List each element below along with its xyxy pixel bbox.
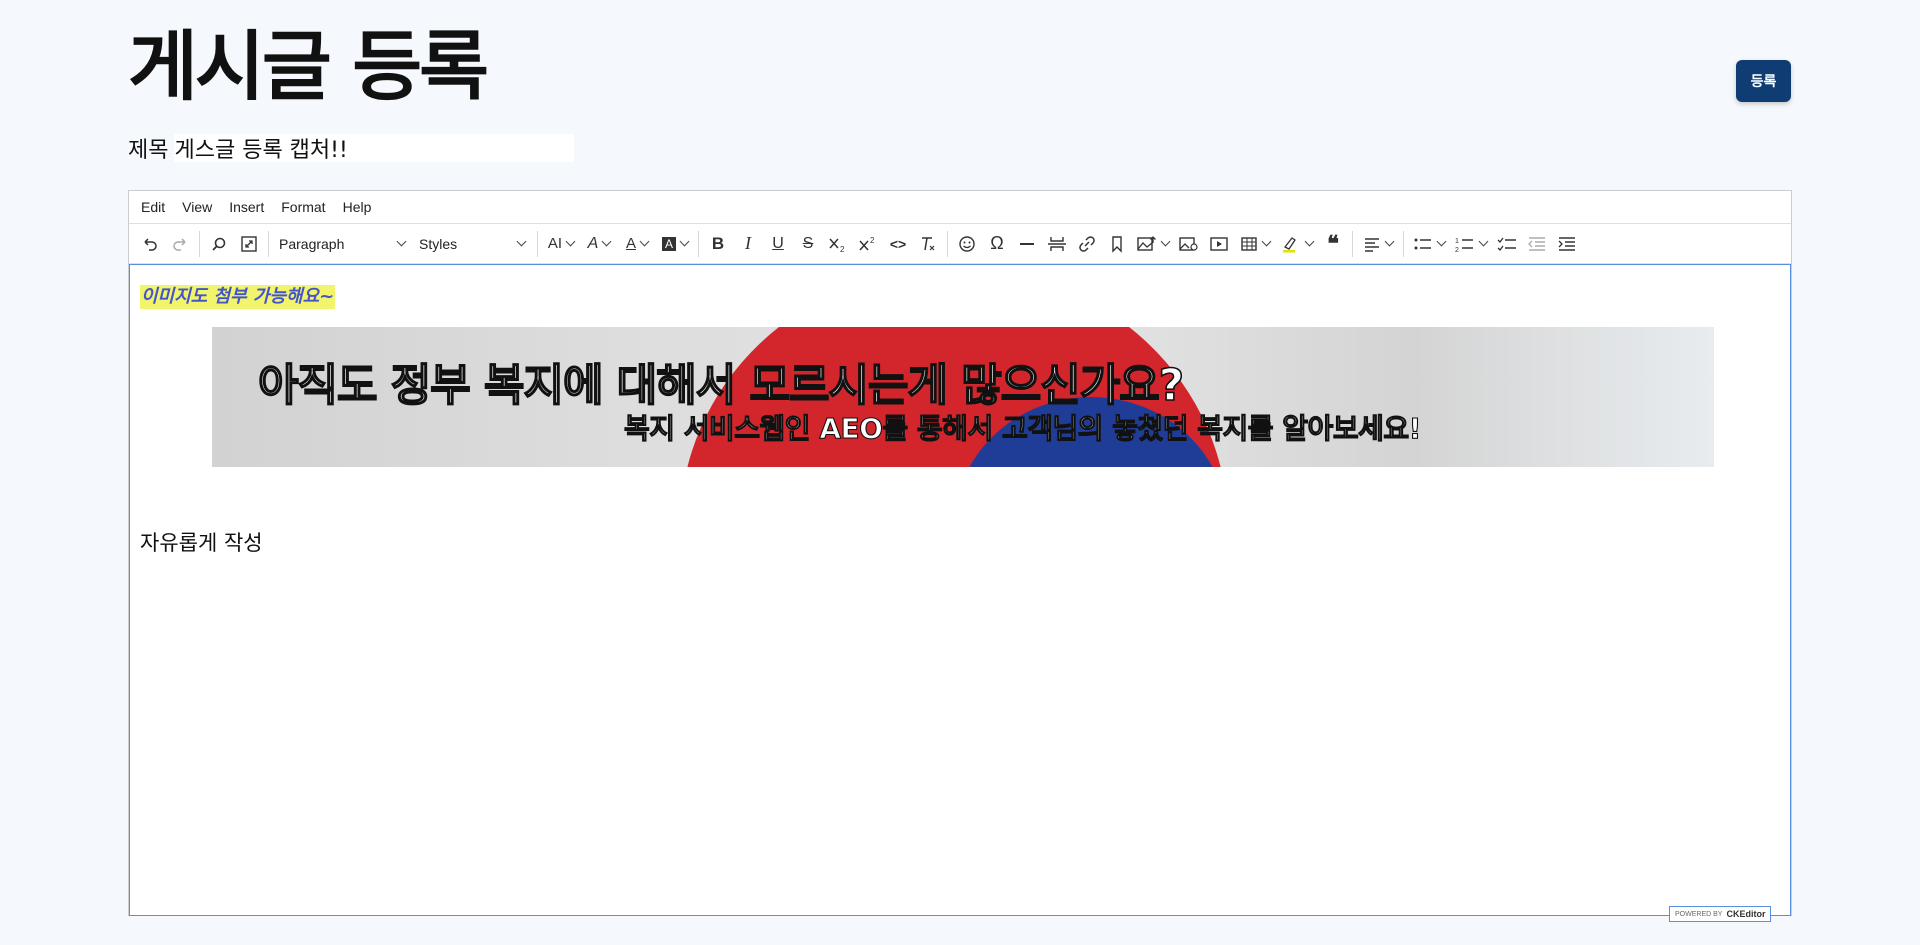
fullscreen-icon[interactable] — [234, 229, 264, 259]
highlight-icon[interactable] — [1276, 229, 1318, 259]
bulleted-list-icon[interactable] — [1408, 229, 1450, 259]
rich-text-editor: Edit View Insert Format Help Paragraph S… — [128, 190, 1792, 922]
menu-help[interactable]: Help — [343, 199, 372, 215]
toolbar-separator — [199, 230, 200, 257]
image-edit-icon[interactable] — [1174, 229, 1204, 259]
svg-text:2: 2 — [1455, 247, 1459, 253]
submit-button[interactable]: 등록 — [1736, 60, 1791, 102]
font-color-icon[interactable]: A — [618, 229, 656, 259]
svg-text:1: 1 — [1455, 238, 1459, 245]
body-paragraph: 자유롭게 작성 — [140, 531, 263, 555]
title-row: 제목 — [128, 132, 575, 164]
styles-select[interactable]: Styles — [413, 229, 533, 259]
subscript-icon[interactable]: 2 — [823, 229, 853, 259]
editor-menubar: Edit View Insert Format Help — [129, 191, 1791, 224]
font-background-color-icon[interactable]: A — [656, 229, 694, 259]
editor-toolbar: Paragraph Styles AI A A A B I U S 2 2 <>… — [129, 224, 1791, 264]
insert-image-icon[interactable] — [1132, 229, 1174, 259]
todo-list-icon[interactable] — [1492, 229, 1522, 259]
page-break-icon[interactable] — [1042, 229, 1072, 259]
horizontal-line-icon[interactable] — [1012, 229, 1042, 259]
heading-select[interactable]: Paragraph — [273, 229, 413, 259]
banner-subheadline: 복지 서비스웹인 AEO를 통해서 고객님의 놓쳤던 복지를 알아보세요! — [623, 411, 1421, 445]
numbered-list-icon[interactable]: 12 — [1450, 229, 1492, 259]
toolbar-separator — [1403, 230, 1404, 257]
menu-view[interactable]: View — [182, 199, 212, 215]
toolbar-separator — [268, 230, 269, 257]
strikethrough-icon[interactable]: S — [793, 229, 823, 259]
powered-by-badge[interactable]: POWERED BY CKEditor — [1669, 906, 1772, 922]
bold-icon[interactable]: B — [703, 229, 733, 259]
table-icon[interactable] — [1234, 229, 1276, 259]
outdent-icon[interactable] — [1522, 229, 1552, 259]
toolbar-separator — [698, 230, 699, 257]
menu-edit[interactable]: Edit — [141, 199, 165, 215]
align-left-icon[interactable] — [1357, 229, 1399, 259]
undo-icon[interactable] — [135, 229, 165, 259]
code-icon[interactable]: <> — [883, 229, 913, 259]
editor-content-area[interactable]: 이미지도 첨부 가능해요~ 아직도 정부 복지에 대해서 모르시는게 많으신가요… — [129, 264, 1791, 916]
title-input[interactable] — [174, 134, 575, 162]
underline-icon[interactable]: U — [763, 229, 793, 259]
banner-headline: 아직도 정부 복지에 대해서 모르시는게 많으신가요? — [257, 359, 1185, 412]
indent-icon[interactable] — [1552, 229, 1582, 259]
italic-icon[interactable]: I — [733, 229, 763, 259]
toolbar-separator — [1352, 230, 1353, 257]
redo-icon[interactable] — [165, 229, 195, 259]
bookmark-icon[interactable] — [1102, 229, 1132, 259]
highlighted-text: 이미지도 첨부 가능해요~ — [140, 285, 336, 309]
menu-insert[interactable]: Insert — [229, 199, 264, 215]
svg-text:2: 2 — [840, 245, 845, 253]
find-replace-icon[interactable] — [204, 229, 234, 259]
toolbar-separator — [537, 230, 538, 257]
font-family-icon[interactable]: A — [580, 229, 618, 259]
title-field-label: 제목 — [128, 138, 169, 163]
special-characters-icon[interactable]: Ω — [982, 229, 1012, 259]
remove-format-icon[interactable] — [913, 229, 943, 259]
emoji-icon[interactable] — [952, 229, 982, 259]
toolbar-separator — [947, 230, 948, 257]
page-title: 게시글 등록 — [128, 22, 489, 111]
media-embed-icon[interactable] — [1204, 229, 1234, 259]
superscript-icon[interactable]: 2 — [853, 229, 883, 259]
menu-format[interactable]: Format — [281, 199, 325, 215]
blockquote-icon[interactable]: ❝ — [1318, 229, 1348, 259]
link-icon[interactable] — [1072, 229, 1102, 259]
svg-text:2: 2 — [870, 236, 875, 245]
banner-image[interactable]: 아직도 정부 복지에 대해서 모르시는게 많으신가요? 복지 서비스웹인 AEO… — [212, 327, 1714, 467]
font-size-icon[interactable]: AI — [542, 229, 580, 259]
